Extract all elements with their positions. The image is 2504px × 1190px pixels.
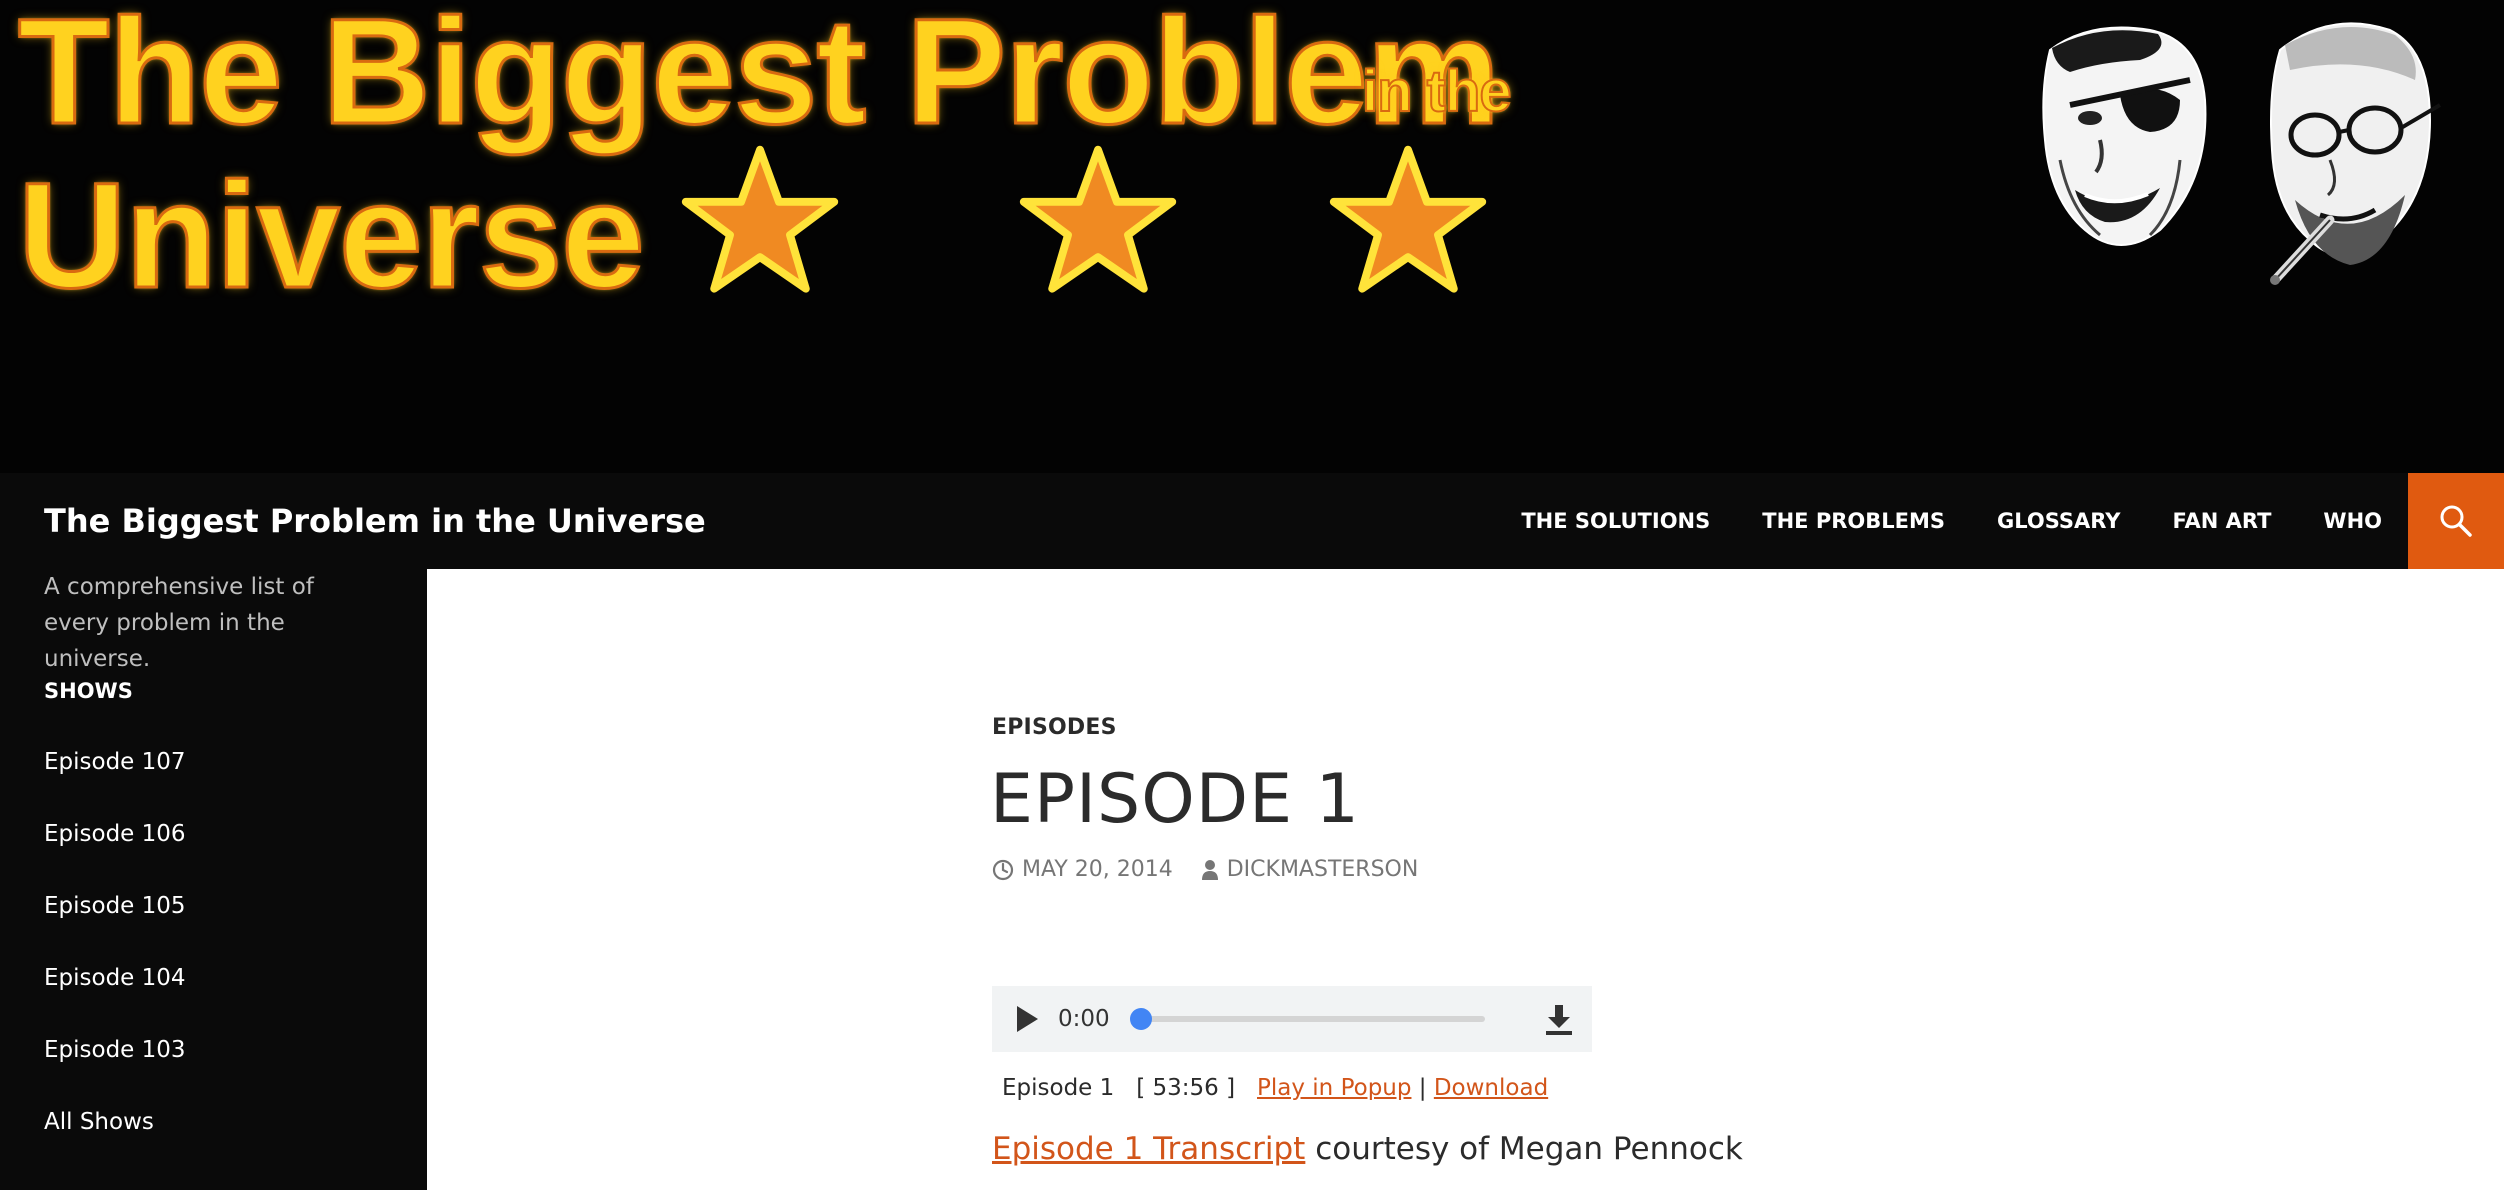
download-link[interactable]: Download	[1434, 1075, 1548, 1101]
clock-icon	[992, 859, 1014, 880]
audio-seek-thumb[interactable]	[1130, 1008, 1152, 1030]
search-toggle-button[interactable]	[2408, 473, 2504, 569]
transcript-credit: courtesy of Megan Pennock	[1315, 1131, 1743, 1167]
transcript-line: Episode 1 Transcript courtesy of Megan P…	[992, 1131, 1743, 1167]
nav-item-fan-art[interactable]: FAN ART	[2147, 473, 2298, 569]
nav-item-glossary[interactable]: GLOSSARY	[1971, 473, 2147, 569]
star-icon	[1019, 145, 1177, 293]
sidebar: A comprehensive list of every problem in…	[0, 569, 427, 1190]
user-icon	[1201, 859, 1218, 880]
site-header-bar: The Biggest Problem in the Universe THE …	[0, 473, 2504, 569]
banner-title-line1: The Biggest Problem	[16, 0, 1501, 155]
sidebar-item-episode-105[interactable]: Episode 105	[44, 891, 186, 963]
download-icon[interactable]	[1542, 1002, 1576, 1036]
category-link[interactable]: EPISODES	[992, 715, 1117, 740]
banner-title-line2: Universe	[17, 151, 647, 319]
primary-navigation: THE SOLUTIONS THE PROBLEMS GLOSSARY FAN …	[1495, 473, 2408, 569]
audio-seek-bar[interactable]	[1130, 1008, 1485, 1030]
episode-duration: [ 53:56 ]	[1136, 1075, 1236, 1101]
banner-title-in-the: in the	[1361, 59, 1513, 124]
search-icon	[2440, 505, 2472, 537]
header-banner[interactable]: The Biggest Problem in the Universe	[0, 0, 2504, 473]
main-content: EPISODES EPISODE 1 MAY 20, 2014 DICKMAST…	[427, 569, 2504, 1190]
widget-title-shows: SHOWS	[44, 679, 133, 703]
audio-player: 0:00	[992, 986, 1592, 1052]
host-portrait-eyepatch	[2042, 26, 2207, 246]
post-author-text: DICKMASTERSON	[1226, 857, 1419, 882]
sidebar-item-episode-106[interactable]: Episode 106	[44, 819, 186, 891]
play-button[interactable]	[1012, 1004, 1042, 1034]
podcast-links: Episode 1 [ 53:56 ] Play in Popup | Down…	[1002, 1075, 1548, 1101]
post-author[interactable]: DICKMASTERSON	[1201, 857, 1419, 882]
nav-item-the-solutions[interactable]: THE SOLUTIONS	[1495, 473, 1736, 569]
nav-item-the-problems[interactable]: THE PROBLEMS	[1736, 473, 1971, 569]
host-portrait-glasses	[2270, 22, 2442, 285]
nav-item-who[interactable]: WHO	[2297, 473, 2408, 569]
link-separator: |	[1418, 1075, 1427, 1101]
sidebar-item-episode-107[interactable]: Episode 107	[44, 747, 186, 819]
episode-label: Episode 1	[1002, 1075, 1115, 1101]
sidebar-item-all-shows[interactable]: All Shows	[44, 1107, 186, 1179]
shows-list: Episode 107 Episode 106 Episode 105 Epis…	[44, 747, 186, 1179]
play-in-popup-link[interactable]: Play in Popup	[1257, 1075, 1411, 1101]
sidebar-item-episode-103[interactable]: Episode 103	[44, 1035, 186, 1107]
sidebar-item-episode-104[interactable]: Episode 104	[44, 963, 186, 1035]
play-icon	[1017, 1006, 1038, 1032]
post-meta: MAY 20, 2014 DICKMASTERSON	[992, 857, 1446, 882]
post-title: EPISODE 1	[990, 760, 1360, 839]
transcript-link[interactable]: Episode 1 Transcript	[992, 1131, 1305, 1167]
audio-time-display: 0:00	[1058, 1006, 1110, 1032]
site-description: A comprehensive list of every problem in…	[44, 574, 314, 672]
post-date[interactable]: MAY 20, 2014	[992, 857, 1173, 882]
star-icon	[1329, 145, 1487, 293]
site-title-link[interactable]: The Biggest Problem in the Universe	[44, 473, 706, 569]
post-date-text: MAY 20, 2014	[1022, 857, 1173, 882]
star-icon	[681, 145, 839, 293]
host-portraits-illustration	[2042, 22, 2442, 285]
